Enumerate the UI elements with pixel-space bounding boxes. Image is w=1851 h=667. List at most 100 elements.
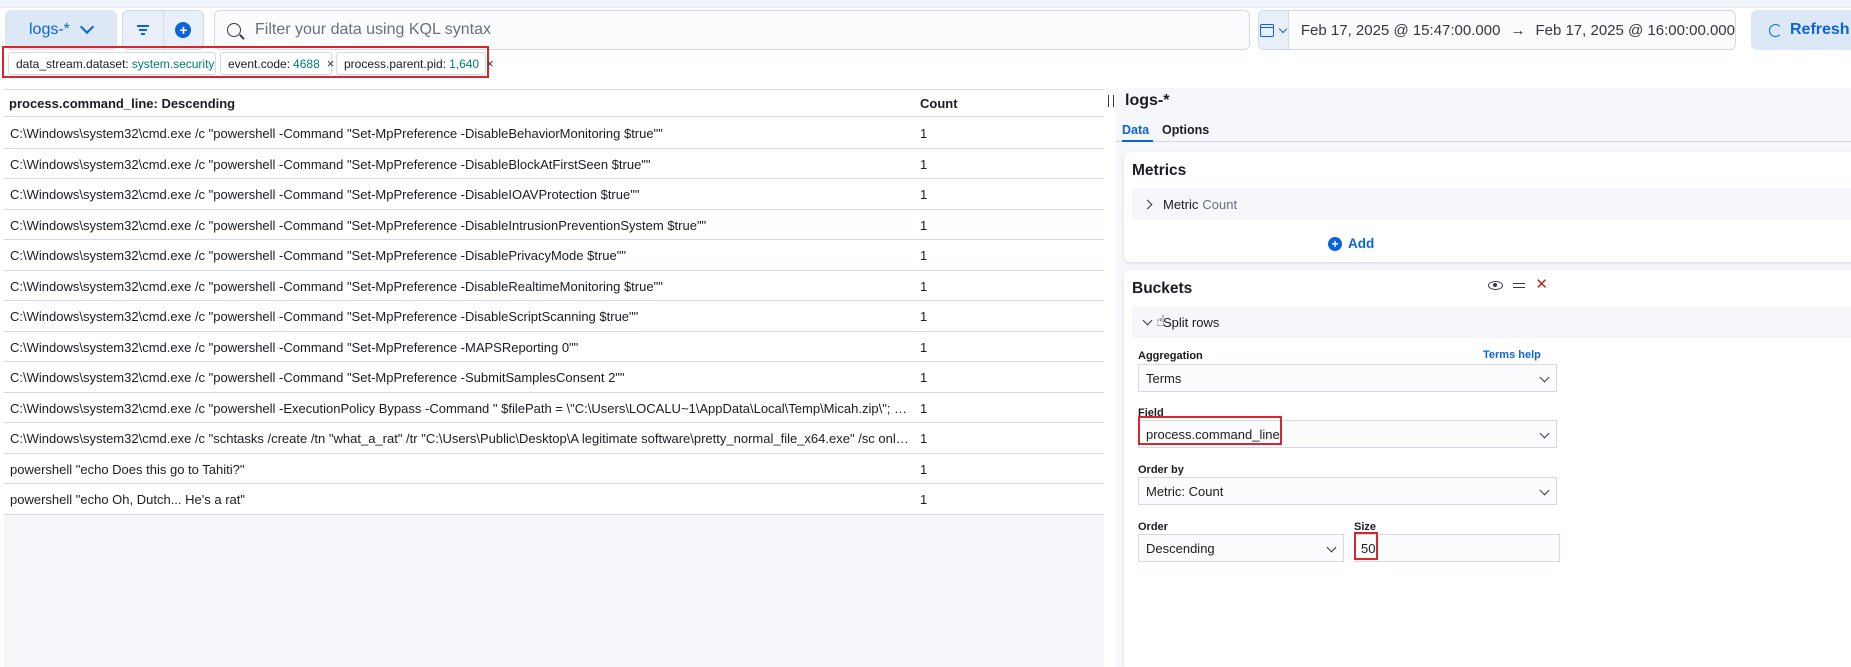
order-select[interactable]: Descending	[1138, 534, 1344, 562]
cell-command-line: powershell "echo Does this go to Tahiti?…	[10, 461, 245, 477]
plus-circle-icon: +	[1328, 236, 1342, 251]
table-row: C:\Windows\system32\cmd.exe /c "powershe…	[4, 331, 1104, 362]
table-row: powershell "echo Does this go to Tahiti?…	[4, 453, 1104, 484]
chevron-down-icon	[1142, 315, 1153, 325]
cell-count: 1	[920, 309, 928, 324]
filter-pill[interactable]: data_stream.dataset: system.security ×	[8, 52, 229, 75]
order-label: Order	[1138, 521, 1168, 533]
data-view-label: logs-*	[29, 21, 70, 38]
cell-command-line: C:\Windows\system32\cmd.exe /c "powershe…	[10, 278, 663, 294]
metrics-title: Metrics	[1132, 162, 1187, 179]
close-icon[interactable]: ×	[486, 56, 494, 71]
filter-menu-button[interactable]	[123, 11, 163, 49]
chevron-down-icon	[1539, 485, 1550, 496]
cell-count: 1	[920, 217, 928, 233]
tab-data[interactable]: Data	[1122, 123, 1154, 142]
filter-pills-highlight: data_stream.dataset: system.security × e…	[2, 46, 494, 78]
cell-command-line: C:\Windows\system32\cmd.exe /c "powershe…	[10, 370, 625, 385]
aggregation-value: Terms	[1146, 370, 1182, 386]
kql-search-input[interactable]	[255, 21, 1235, 39]
cell-count: 1	[920, 156, 928, 172]
pointer-hand-icon: ☝	[1156, 313, 1166, 330]
chevron-down-icon	[1279, 24, 1288, 33]
cell-command-line: C:\Windows\system32\cmd.exe /c "powershe…	[10, 187, 640, 202]
field-highlight-box	[1138, 416, 1282, 445]
arrow-right-icon: →	[1510, 21, 1526, 39]
editor-tabs: Data Options	[1116, 118, 1851, 142]
order-value: Descending	[1146, 540, 1215, 556]
order-by-value: Metric: Count	[1146, 483, 1224, 499]
top-strip	[0, 0, 1851, 8]
filter-field: process.parent.pid:	[344, 56, 447, 71]
filter-button-group: +	[122, 10, 204, 50]
filter-pill[interactable]: process.parent.pid: 1,640 ×	[336, 52, 494, 75]
aggregation-label: Aggregation	[1138, 350, 1203, 362]
filter-field: data_stream.dataset:	[16, 56, 129, 71]
table-row: C:\Windows\system32\cmd.exe /c "schtasks…	[4, 423, 1104, 454]
filter-pill[interactable]: event.code: 4688 ×	[220, 52, 335, 75]
filter-field: event.code:	[228, 56, 291, 71]
metric-value: Count	[1202, 196, 1238, 212]
metric-count-accordion[interactable]: Metric Count	[1132, 188, 1851, 220]
bucket-actions: ✕	[1488, 277, 1548, 292]
chevron-right-icon	[1142, 199, 1153, 209]
table-row: C:\Windows\system32\cmd.exe /c "powershe…	[4, 209, 1104, 240]
cell-count: 1	[920, 339, 928, 355]
eye-icon[interactable]	[1488, 280, 1504, 290]
buckets-title: Buckets	[1132, 280, 1193, 297]
terms-help-link[interactable]: Terms help	[1483, 349, 1541, 361]
cell-command-line: powershell "echo Oh, Dutch... He's a rat…	[10, 492, 245, 507]
editor-title: logs-*	[1125, 92, 1170, 109]
table-header: process.command_line: Descending Count	[4, 89, 1104, 117]
data-view-picker[interactable]: logs-*	[5, 10, 117, 50]
cell-command-line: C:\Windows\system32\cmd.exe /c "powershe…	[10, 400, 910, 416]
panel-resize-handle[interactable]	[1108, 95, 1114, 107]
date-range-picker: Feb 17, 2025 @ 15:47:00.000 → Feb 17, 20…	[1258, 10, 1736, 50]
split-rows-accordion[interactable]: Split rows	[1132, 306, 1851, 338]
buckets-panel: Buckets Split rows ✕ ☝ Aggregation Terms…	[1124, 270, 1851, 667]
close-icon[interactable]: ×	[327, 56, 335, 71]
size-input[interactable]: 50	[1354, 534, 1560, 562]
cell-count: 1	[920, 492, 928, 507]
cell-count: 1	[920, 278, 928, 294]
column-header-command-line[interactable]: process.command_line: Descending	[9, 96, 235, 111]
order-by-label: Order by	[1138, 464, 1184, 476]
table-row: C:\Windows\system32\cmd.exe /c "powershe…	[4, 362, 1104, 393]
metrics-panel: Metrics Metric Count + Add	[1124, 152, 1851, 262]
aggregation-select[interactable]: Terms	[1138, 364, 1557, 392]
cell-count: 1	[920, 187, 928, 202]
chevron-down-icon	[79, 19, 94, 35]
table-row: C:\Windows\system32\cmd.exe /c "powershe…	[4, 270, 1104, 301]
add-metric-button[interactable]: + Add	[1328, 236, 1374, 251]
cell-count: 1	[920, 461, 928, 477]
cell-count: 1	[920, 248, 928, 263]
calendar-icon	[1260, 23, 1275, 37]
start-date[interactable]: Feb 17, 2025 @ 15:47:00.000	[1301, 22, 1501, 39]
column-header-count[interactable]: Count	[920, 96, 958, 111]
end-date[interactable]: Feb 17, 2025 @ 16:00:00.000	[1535, 22, 1735, 39]
cell-count: 1	[920, 400, 928, 416]
tab-options[interactable]: Options	[1162, 123, 1209, 137]
data-table: process.command_line: Descending Count C…	[4, 89, 1104, 667]
add-filter-button[interactable]: +	[162, 11, 203, 49]
kql-search-bar	[214, 10, 1250, 50]
add-label: Add	[1348, 236, 1375, 251]
cell-count: 1	[920, 431, 928, 446]
table-row: C:\Windows\system32\cmd.exe /c "powershe…	[4, 240, 1104, 271]
quick-date-menu-button[interactable]	[1259, 11, 1289, 49]
cell-command-line: C:\Windows\system32\cmd.exe /c "powershe…	[10, 248, 626, 263]
refresh-label: Refresh	[1790, 21, 1850, 38]
table-row: powershell "echo Oh, Dutch... He's a rat…	[4, 484, 1104, 515]
table-row: C:\Windows\system32\cmd.exe /c "powershe…	[4, 148, 1104, 179]
filter-value: 1,640	[449, 56, 480, 71]
filter-value: system.security	[131, 56, 215, 71]
order-by-select[interactable]: Metric: Count	[1138, 477, 1557, 505]
table-row: C:\Windows\system32\cmd.exe /c "powershe…	[4, 301, 1104, 332]
drag-handle-icon[interactable]	[1513, 282, 1526, 288]
cell-count: 1	[920, 370, 928, 385]
cell-command-line: C:\Windows\system32\cmd.exe /c "powershe…	[10, 126, 663, 141]
remove-icon[interactable]: ✕	[1535, 277, 1548, 292]
cell-command-line: C:\Windows\system32\cmd.exe /c "powershe…	[10, 309, 639, 324]
refresh-button[interactable]: Refresh	[1751, 10, 1851, 50]
visualization-editor: logs-* Data Options Metrics Metric Count…	[1116, 88, 1851, 667]
